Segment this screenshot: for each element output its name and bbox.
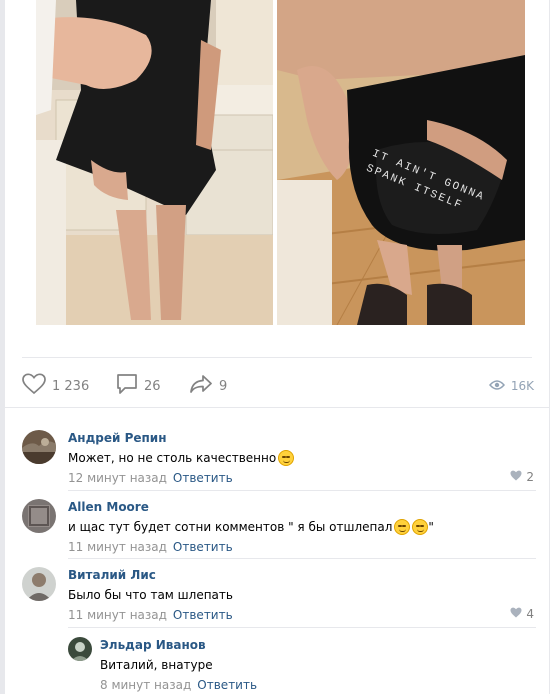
comment-text: Может, но не столь качественно (68, 449, 538, 467)
post-photo-right[interactable]: IT AIN'T GONNA SPANK ITSELF (277, 0, 525, 325)
share-count: 9 (219, 378, 228, 394)
comment-time[interactable]: 8 минут назад (100, 678, 191, 692)
comment-author[interactable]: Андрей Репин (68, 430, 538, 446)
avatar[interactable] (22, 567, 56, 601)
comment-icon (116, 373, 144, 399)
comment-time[interactable]: 12 минут назад (68, 471, 167, 485)
avatar[interactable] (68, 637, 92, 661)
comment-meta: 12 минут назад Ответить (68, 470, 538, 486)
reply-link[interactable]: Ответить (173, 471, 233, 485)
comment-item: Виталий Лис Было бы что там шлепать 11 м… (22, 567, 540, 625)
comment-count: 26 (144, 378, 161, 394)
comment-text: Виталий, внатуре (100, 658, 213, 672)
comment-author[interactable]: Эльдар Иванов (100, 637, 550, 653)
comment-item: Allen Moore и щас тут будет сотни коммен… (22, 499, 540, 557)
comment-meta: 8 минут назад Ответить (100, 677, 550, 693)
comment-meta: 11 минут назад Ответить (68, 539, 538, 555)
like-button[interactable]: 1 236 (22, 372, 89, 400)
share-icon (189, 374, 219, 398)
eye-icon (488, 379, 511, 394)
comment-reply-item: Эльдар Иванов Виталий, внатуре 8 минут н… (68, 637, 538, 693)
views-count: 16K (510, 379, 534, 393)
comment-separator (68, 558, 536, 559)
comment-like-button[interactable]: 4 (510, 607, 534, 621)
comment-like-button[interactable]: 2 (510, 470, 534, 484)
reply-link[interactable]: Ответить (173, 540, 233, 554)
comment-button[interactable]: 26 (116, 372, 161, 400)
smirk-emoji-icon (394, 519, 411, 535)
post-photos: IT AIN'T GONNA SPANK ITSELF (36, 0, 525, 325)
heart-icon (510, 470, 526, 484)
post-actions: 1 236 26 9 16K (22, 372, 534, 400)
comment-text: Было бы что там шлепать (68, 588, 233, 602)
comment-separator (68, 627, 536, 628)
comment-like-count: 2 (526, 470, 534, 484)
smirk-emoji-icon (278, 450, 295, 466)
comment-item: Андрей Репин Может, но не столь качестве… (22, 430, 540, 488)
reply-link[interactable]: Ответить (197, 678, 257, 692)
reply-link[interactable]: Ответить (173, 608, 233, 622)
heart-icon (510, 607, 526, 621)
comments-separator (5, 407, 549, 408)
avatar[interactable] (22, 499, 56, 533)
comment-author[interactable]: Allen Moore (68, 499, 538, 515)
smirk-emoji-icon (412, 519, 429, 535)
comment-text: и щас тут будет сотни комментов " я бы о… (68, 519, 434, 535)
page-border-left (0, 0, 5, 694)
comment-like-count: 4 (526, 607, 534, 621)
comment-time[interactable]: 11 минут назад (68, 540, 167, 554)
actions-separator (22, 357, 532, 358)
avatar[interactable] (22, 430, 56, 464)
share-button[interactable]: 9 (189, 372, 227, 400)
like-count: 1 236 (52, 378, 90, 394)
post-photo-left[interactable] (36, 0, 273, 325)
comment-separator (68, 490, 536, 491)
comment-author[interactable]: Виталий Лис (68, 567, 538, 583)
comment-time[interactable]: 11 минут назад (68, 608, 167, 622)
heart-icon (22, 373, 52, 399)
comment-meta: 11 минут назад Ответить (68, 607, 538, 623)
views-counter: 16K (488, 372, 534, 400)
